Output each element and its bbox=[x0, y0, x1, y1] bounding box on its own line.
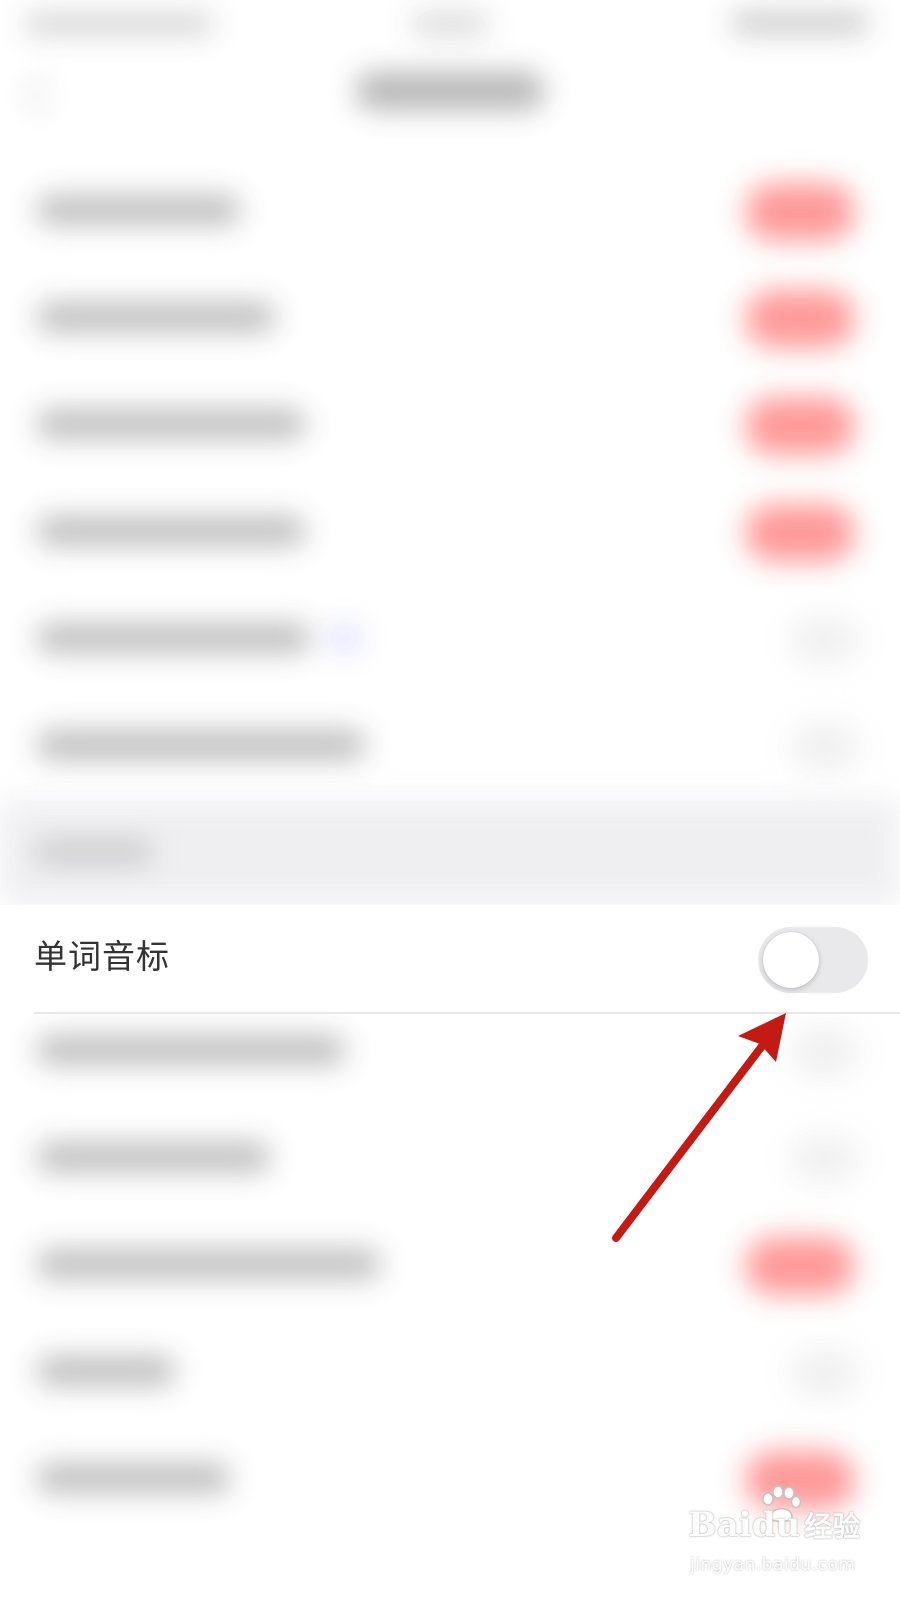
setting-row-blur bbox=[0, 155, 900, 263]
toggle-on-blur bbox=[745, 397, 855, 455]
row-label-blur bbox=[36, 623, 311, 653]
settings-screen: 单词音标 Baidu 经验 jingyan.baidu.com bbox=[0, 0, 900, 1600]
toggle-knob bbox=[763, 932, 819, 988]
row-accent-blur bbox=[330, 625, 360, 651]
row-label-blur bbox=[36, 1142, 271, 1172]
row-label-blur bbox=[36, 516, 306, 546]
status-carrier-blur bbox=[24, 14, 214, 34]
row-label-blur bbox=[36, 1249, 381, 1279]
section-header-blur bbox=[0, 800, 900, 905]
status-battery-blur bbox=[730, 12, 870, 34]
row-divider bbox=[34, 1012, 900, 1014]
baidu-watermark: Baidu 经验 jingyan.baidu.com bbox=[688, 1485, 888, 1585]
watermark-brand-cn: 经验 bbox=[804, 1510, 861, 1543]
page-title-blur bbox=[355, 72, 545, 110]
chevron-left-icon[interactable] bbox=[26, 76, 64, 114]
row-label-blur bbox=[36, 409, 306, 439]
row-label-blur bbox=[36, 1035, 346, 1065]
setting-row-blur bbox=[0, 476, 900, 584]
status-time-blur bbox=[410, 14, 490, 34]
toggle-off-blur bbox=[790, 615, 860, 665]
watermark-brand: Baidu 经验 bbox=[688, 1505, 860, 1545]
toggle-on-blur bbox=[745, 290, 855, 348]
row-label-blur bbox=[36, 730, 366, 760]
setting-row-blur bbox=[0, 1316, 900, 1424]
watermark-brand-bai: Bai bbox=[688, 1505, 752, 1545]
row-label-blur bbox=[36, 1463, 231, 1493]
toggle-on-blur bbox=[745, 1237, 855, 1295]
status-bar bbox=[0, 0, 900, 50]
row-label-blur bbox=[36, 302, 276, 332]
navigation-bar bbox=[0, 50, 900, 140]
toggle-on-blur bbox=[745, 183, 855, 241]
toggle-on-blur bbox=[745, 504, 855, 562]
setting-label: 单词音标 bbox=[34, 937, 170, 976]
setting-row-blur bbox=[0, 690, 900, 798]
blurred-background bbox=[0, 0, 900, 1600]
toggle-off-blur bbox=[790, 722, 860, 772]
row-label-blur bbox=[36, 1356, 176, 1386]
setting-row-blur bbox=[0, 1102, 900, 1210]
section-title-blur bbox=[34, 840, 154, 864]
toggle-off-blur bbox=[790, 1348, 860, 1398]
toggle-off-blur bbox=[790, 1134, 860, 1184]
phonetic-toggle-switch[interactable] bbox=[758, 927, 868, 993]
row-label-blur bbox=[36, 195, 241, 225]
watermark-url: jingyan.baidu.com bbox=[690, 1555, 856, 1575]
setting-row-word-phonetic: 单词音标 bbox=[0, 905, 900, 1013]
setting-row-blur bbox=[0, 583, 900, 691]
setting-row-blur bbox=[0, 369, 900, 477]
setting-row-blur bbox=[0, 1209, 900, 1317]
setting-row-blur bbox=[0, 262, 900, 370]
watermark-brand-du: du bbox=[751, 1505, 801, 1545]
toggle-off-blur bbox=[790, 1027, 860, 1077]
